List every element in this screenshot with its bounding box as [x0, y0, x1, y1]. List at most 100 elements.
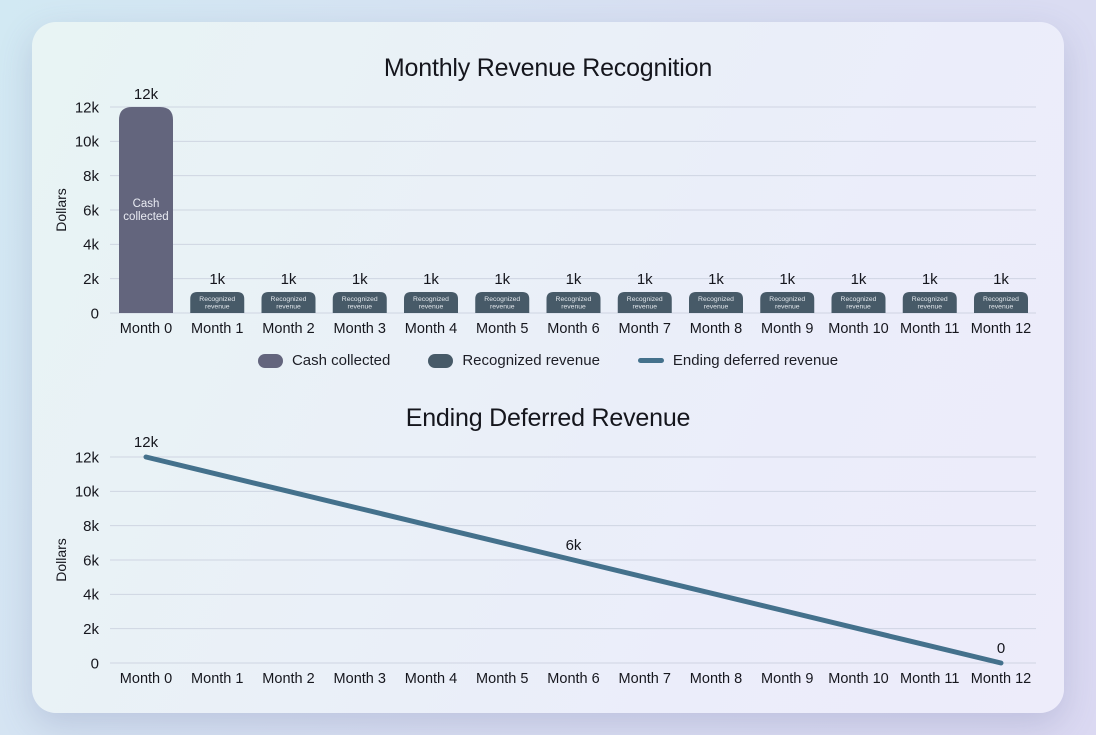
x-tick-label: Month 0	[120, 321, 172, 337]
bar-inner-label: revenue	[989, 304, 1014, 311]
x-tick-label: Month 5	[476, 321, 528, 337]
line-point-label: 12k	[134, 434, 159, 451]
x-tick-label: Month 6	[547, 671, 599, 687]
bar-inner-label: Recognized	[698, 296, 734, 303]
x-tick-label: Month 4	[405, 321, 457, 337]
bar-month-11	[903, 292, 957, 313]
bar-inner-label: revenue	[917, 304, 942, 311]
bar-value-label: 1k	[281, 271, 297, 288]
x-tick-label: Month 11	[900, 671, 959, 687]
bar-inner-label: Recognized	[841, 296, 877, 303]
bar-inner-label: revenue	[561, 304, 586, 311]
bar-inner-label: revenue	[775, 304, 800, 311]
bar-month-6	[547, 292, 601, 313]
x-tick-label: Month 11	[900, 321, 959, 337]
bar-value-label: 1k	[566, 271, 582, 288]
x-tick-label: Month 0	[120, 671, 172, 687]
bar-month-2	[262, 292, 316, 313]
bar-value-label: 1k	[708, 271, 724, 288]
bar-inner-label: revenue	[347, 304, 372, 311]
bar-month-10	[832, 292, 886, 313]
y-tick-label: 2k	[83, 621, 99, 638]
bar-month-5	[475, 292, 529, 313]
x-tick-label: Month 8	[690, 321, 742, 337]
bar-inner-label: Recognized	[484, 296, 520, 303]
chart-title-monthly-revenue-recognition: Monthly Revenue Recognition	[32, 54, 1064, 83]
bar-inner-label: Recognized	[413, 296, 449, 303]
bar-inner-label: Recognized	[912, 296, 948, 303]
bar-month-9	[760, 292, 814, 313]
bar-inner-label: revenue	[846, 304, 871, 311]
recognized-revenue-swatch	[428, 354, 453, 368]
x-tick-label: Month 12	[971, 321, 1031, 337]
x-tick-label: Month 9	[761, 671, 813, 687]
y-tick-label: 6k	[83, 202, 99, 219]
legend-item-recognized-revenue: Recognized revenue	[428, 352, 600, 369]
bar-inner-label: revenue	[632, 304, 657, 311]
chart-card: Monthly Revenue Recognition 0 2k 4k 6k 8k 10k…	[32, 22, 1064, 713]
monthly-revenue-recognition-chart: 02k4k6k8k10k12kDollarsMonth 0Month 1Mont…	[32, 82, 1064, 352]
x-tick-label: Month 2	[262, 321, 314, 337]
bar-inner-label: Recognized	[342, 296, 378, 303]
bar-value-label: 1k	[352, 271, 368, 288]
bar-value-label: 1k	[922, 271, 938, 288]
x-tick-label: Month 6	[547, 321, 599, 337]
bar-month-1	[190, 292, 244, 313]
legend-item-ending-deferred-revenue: Ending deferred revenue	[638, 352, 838, 369]
y-tick-label: 6k	[83, 552, 99, 569]
bar-inner-label: Cash	[133, 198, 160, 210]
bar-value-label: 1k	[423, 271, 439, 288]
x-tick-label: Month 9	[761, 321, 813, 337]
bar-inner-label: Recognized	[556, 296, 592, 303]
bar-value-label: 1k	[209, 271, 225, 288]
legend-label-ending-deferred-revenue: Ending deferred revenue	[673, 352, 838, 369]
y-tick-label: 8k	[83, 168, 99, 185]
x-tick-label: Month 7	[619, 671, 671, 687]
y-axis-label: Dollars	[53, 538, 69, 582]
chart-legend: Cash collected Recognized revenue Ending…	[32, 352, 1064, 369]
x-tick-label: Month 10	[828, 671, 888, 687]
y-tick-label: 12k	[75, 449, 100, 466]
bar-inner-label: Recognized	[983, 296, 1019, 303]
bar-inner-label: Recognized	[627, 296, 663, 303]
bar-value-label: 12k	[134, 86, 159, 103]
y-tick-label: 10k	[75, 134, 100, 151]
line-point-label: 0	[997, 640, 1005, 657]
x-tick-label: Month 2	[262, 671, 314, 687]
x-tick-label: Month 5	[476, 671, 528, 687]
x-tick-label: Month 1	[191, 671, 243, 687]
y-tick-label: 0	[91, 655, 99, 672]
x-tick-label: Month 10	[828, 321, 888, 337]
bar-inner-label: revenue	[419, 304, 444, 311]
bar-inner-label: revenue	[205, 304, 230, 311]
bar-value-label: 1k	[851, 271, 867, 288]
ending-deferred-revenue-swatch	[638, 358, 664, 363]
bar-inner-label: revenue	[490, 304, 515, 311]
line-point-label: 6k	[566, 537, 582, 554]
x-tick-label: Month 3	[334, 671, 386, 687]
y-tick-label: 8k	[83, 518, 99, 535]
bar-month-4	[404, 292, 458, 313]
cash-collected-swatch	[258, 354, 283, 368]
y-tick-label: 2k	[83, 271, 99, 288]
y-tick-label: 4k	[83, 587, 99, 604]
y-tick-label: 0	[91, 305, 99, 322]
ending-deferred-revenue-chart: 02k4k6k8k10k12kDollarsMonth 0Month 1Mont…	[32, 432, 1064, 702]
bar-month-7	[618, 292, 672, 313]
y-tick-label: 4k	[83, 237, 99, 254]
deferred-revenue-line	[146, 457, 1001, 663]
bar-inner-label: Recognized	[769, 296, 805, 303]
x-tick-label: Month 8	[690, 671, 742, 687]
x-tick-label: Month 4	[405, 671, 457, 687]
bar-inner-label: Recognized	[199, 296, 235, 303]
x-tick-label: Month 3	[334, 321, 386, 337]
bar-month-8	[689, 292, 743, 313]
bar-inner-label: Recognized	[271, 296, 307, 303]
x-tick-label: Month 7	[619, 321, 671, 337]
bar-value-label: 1k	[637, 271, 653, 288]
y-axis-label: Dollars	[53, 188, 69, 232]
bar-month-0	[119, 107, 173, 313]
bar-value-label: 1k	[993, 271, 1009, 288]
legend-label-cash-collected: Cash collected	[292, 352, 390, 369]
bar-month-12	[974, 292, 1028, 313]
